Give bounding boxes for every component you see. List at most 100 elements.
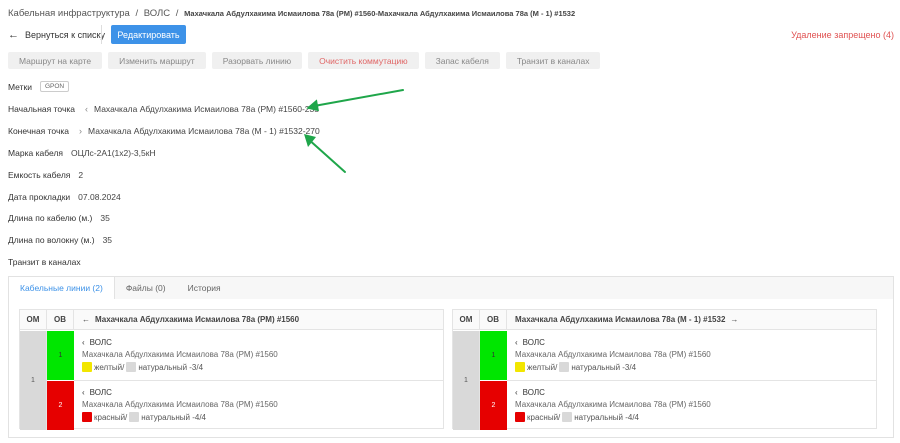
- breadcrumb-section[interactable]: ВОЛС: [144, 8, 170, 19]
- channel-transit-field: Транзит в каналах: [8, 257, 81, 267]
- tab-files[interactable]: Файлы (0): [115, 277, 177, 299]
- laying-date-field: Дата прокладки 07.08.2024: [8, 192, 121, 202]
- fiber-type[interactable]: ‹ ВОЛС: [82, 338, 278, 347]
- fiber-info-2: ‹ ВОЛС Махачкала Абдулхакима Исмаилова 78…: [82, 388, 278, 422]
- delete-denied-link[interactable]: Удаление запрещено (4): [791, 30, 894, 40]
- cable-capacity-field: Емкость кабеля 2: [8, 170, 83, 180]
- back-to-list-link[interactable]: ← Вернуться к списку: [8, 29, 105, 41]
- natural-swatch: [559, 362, 570, 372]
- row-divider: [507, 380, 876, 381]
- fiber-cell-2: 2: [47, 381, 74, 430]
- change-route-button[interactable]: Изменить маршрут: [108, 52, 206, 69]
- action-toolbar: Маршрут на карте Изменить маршрут Разорв…: [8, 52, 601, 69]
- color-1: красный/: [94, 412, 128, 422]
- divider: [101, 25, 102, 44]
- tag-badge: GPON: [39, 81, 70, 92]
- breadcrumb-root[interactable]: Кабельная инфраструктура: [8, 8, 130, 19]
- fiber-info-1: ‹ ВОЛС Махачкала Абдулхакима Исмаилова 78…: [82, 338, 278, 372]
- color-2: натуральный -4/4: [574, 412, 639, 422]
- tab-history[interactable]: История: [177, 277, 232, 299]
- chevron-left-icon: ‹: [515, 338, 518, 347]
- break-line-button[interactable]: Разорвать линию: [211, 52, 303, 69]
- red-swatch: [82, 412, 92, 422]
- right-table-title[interactable]: Махачкала Абдулхакима Исмаилова 78а (М -…: [507, 310, 876, 329]
- ov-header: ОВ: [47, 310, 74, 329]
- breadcrumb-separator: /: [135, 8, 139, 19]
- table-header: ОМ ОВ ← Махачкала Абдулхакима Исмаилова …: [20, 310, 443, 330]
- color-1: желтый/: [527, 362, 558, 372]
- natural-swatch: [129, 412, 140, 422]
- chevron-left-icon: ‹: [515, 388, 518, 397]
- end-point-value[interactable]: Махачкала Абдулхакима Исмаилова 78а (М -…: [88, 126, 320, 136]
- fiber-length-label: Длина по волокну (м.): [8, 235, 95, 245]
- tab-cable-lines[interactable]: Кабельные линии (2): [9, 277, 115, 299]
- chevron-left-icon: ‹: [82, 388, 85, 397]
- fiber-cell-1: 1: [480, 331, 507, 380]
- color-1: желтый/: [94, 362, 125, 372]
- cable-brand-label: Марка кабеля: [8, 148, 64, 158]
- fiber-type[interactable]: ‹ ВОЛС: [82, 388, 278, 397]
- tab-bar: Кабельные линии (2) Файлы (0) История: [9, 277, 232, 299]
- fiber-cell-1: 1: [47, 331, 74, 380]
- om-cell: 1: [20, 331, 47, 430]
- end-point-label: Конечная точка: [8, 126, 70, 136]
- back-label: Вернуться к списку: [25, 30, 106, 40]
- fiber-info-2: ‹ ВОЛС Махачкала Абдулхакима Исмаилова 78…: [515, 388, 711, 422]
- right-connection-table: ОМ ОВ Махачкала Абдулхакима Исмаилова 78…: [452, 309, 877, 430]
- start-point-field: Начальная точка ‹ Махачкала Абдулхакима …: [8, 104, 319, 114]
- fiber-type[interactable]: ‹ ВОЛС: [515, 338, 711, 347]
- end-point-field: Конечная точка › Махачкала Абдулхакима И…: [8, 126, 320, 136]
- breadcrumb-separator: /: [175, 8, 179, 19]
- arrow-left-icon: ←: [8, 29, 19, 41]
- clear-switching-button[interactable]: Очистить коммутацию: [308, 52, 419, 69]
- cable-brand-field: Марка кабеля ОЦЛс-2А1(1х2)-3,5кН: [8, 148, 156, 158]
- fiber-cell-2: 2: [480, 381, 507, 430]
- start-point-label: Начальная точка: [8, 104, 76, 114]
- yellow-swatch: [82, 362, 92, 372]
- fiber-length-value: 35: [102, 235, 113, 245]
- chevron-left-icon: ‹: [82, 338, 85, 347]
- color-2: натуральный -3/4: [571, 362, 637, 372]
- fiber-place: Махачкала Абдулхакима Исмаилова 78а (РМ)…: [82, 400, 278, 409]
- table-header: ОМ ОВ Махачкала Абдулхакима Исмаилова 78…: [453, 310, 876, 330]
- om-cell: 1: [453, 331, 480, 430]
- left-table-title[interactable]: ← Махачкала Абдулхакима Исмаилова 78а (Р…: [74, 310, 443, 329]
- fiber-type-text: ВОЛС: [522, 388, 545, 397]
- breadcrumb-current: Махачкала Абдулхакима Исмаилова 78а (РМ)…: [184, 9, 576, 18]
- fiber-colors: красный/натуральный -4/4: [515, 412, 711, 422]
- fiber-info-1: ‹ ВОЛС Махачкала Абдулхакима Исмаилова 78…: [515, 338, 711, 372]
- color-2: натуральный -3/4: [138, 362, 204, 372]
- cable-capacity-value: 2: [78, 170, 84, 180]
- cable-length-field: Длина по кабелю (м.) 35: [8, 213, 110, 223]
- fiber-type[interactable]: ‹ ВОЛС: [515, 388, 711, 397]
- fiber-type-text: ВОЛС: [89, 388, 112, 397]
- route-on-map-button[interactable]: Маршрут на карте: [8, 52, 103, 69]
- left-title-text: Махачкала Абдулхакима Исмаилова 78а (РМ)…: [95, 315, 300, 324]
- laying-date-label: Дата прокладки: [8, 192, 71, 202]
- natural-swatch: [126, 362, 137, 372]
- cable-length-value: 35: [100, 213, 110, 223]
- fiber-length-field: Длина по волокну (м.) 35: [8, 235, 112, 245]
- ov-header: ОВ: [480, 310, 507, 329]
- channel-transit-label: Транзит в каналах: [8, 257, 81, 267]
- fiber-type-text: ВОЛС: [89, 338, 112, 347]
- natural-swatch: [562, 412, 573, 422]
- fiber-colors: желтый/натуральный -3/4: [515, 362, 711, 372]
- tags-label: Метки: [8, 81, 32, 92]
- left-connection-table: ОМ ОВ ← Махачкала Абдулхакима Исмаилова …: [19, 309, 444, 430]
- cable-lines-panel: Кабельные линии (2) Файлы (0) История ОМ…: [8, 276, 894, 438]
- channel-transit-button[interactable]: Транзит в каналах: [505, 52, 601, 69]
- chevron-left-icon: ‹: [85, 104, 89, 114]
- color-1: красный/: [527, 412, 561, 422]
- annotation-arrow-end: [306, 137, 346, 173]
- color-2: натуральный -4/4: [141, 412, 206, 422]
- om-header: ОМ: [20, 310, 47, 329]
- edit-button[interactable]: Редактировать: [111, 25, 186, 44]
- fiber-type-text: ВОЛС: [522, 338, 545, 347]
- om-header: ОМ: [453, 310, 480, 329]
- cable-reserve-button[interactable]: Запас кабеля: [424, 52, 500, 69]
- arrow-right-icon: →: [730, 315, 739, 324]
- annotation-arrow-start: [313, 89, 404, 107]
- start-point-value[interactable]: Махачкала Абдулхакима Исмаилова 78а (РМ)…: [94, 104, 319, 114]
- fiber-colors: красный/натуральный -4/4: [82, 412, 278, 422]
